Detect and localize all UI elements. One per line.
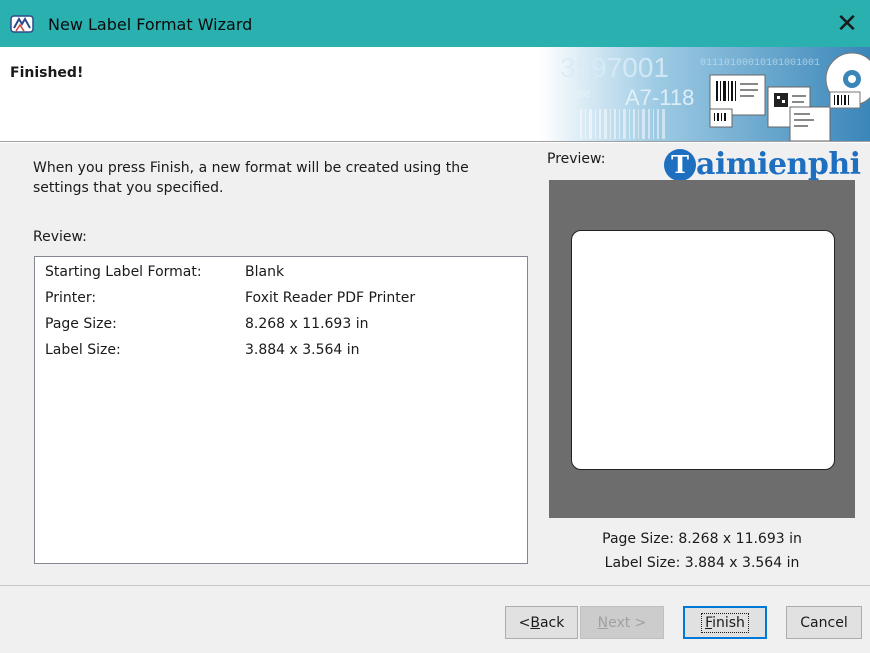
cancel-button[interactable]: Cancel	[786, 606, 862, 639]
wizard-content: When you press Finish, a new format will…	[0, 143, 870, 585]
page-heading: Finished!	[10, 65, 84, 81]
back-prefix: <	[518, 614, 531, 631]
preview-label-size-value: 3.884 x 3.564 in	[684, 555, 800, 571]
wizard-header: Finished! 3597001 A7-118 31008 011101000…	[0, 47, 870, 142]
next-mnemonic: N	[597, 614, 609, 631]
back-button[interactable]: < Back	[505, 606, 578, 639]
preview-page-size-label: Page Size:	[602, 531, 674, 547]
review-key: Starting Label Format:	[45, 264, 202, 280]
banner-binary: 01110100010101001001	[700, 58, 820, 69]
preview-label-shape	[571, 230, 835, 470]
preview-label-size: Label Size: 3.884 x 3.564 in	[549, 555, 855, 571]
title-bar: New Label Format Wizard ✕	[0, 0, 870, 47]
intro-text: When you press Finish, a new format will…	[33, 160, 469, 196]
bartender-icon	[10, 15, 34, 33]
preview-page-size: Page Size: 8.268 x 11.693 in	[549, 531, 855, 547]
back-mnemonic: B	[530, 614, 540, 631]
review-key: Label Size:	[45, 342, 121, 358]
banner-code: A7-118	[625, 85, 694, 110]
review-value: Foxit Reader PDF Printer	[245, 290, 416, 306]
finish-button[interactable]: Finish	[683, 606, 767, 639]
window-title: New Label Format Wizard	[48, 15, 253, 34]
barcode-banner-image: 3597001 A7-118 31008 0111010001010100100…	[540, 47, 870, 141]
next-rest: ext >	[608, 614, 647, 631]
next-button[interactable]: Next >	[580, 606, 664, 639]
preview-label: Preview:	[547, 151, 606, 167]
finish-focus-ring: Finish	[701, 612, 749, 633]
review-label: Review:	[33, 229, 87, 245]
review-value: 8.268 x 11.693 in	[245, 316, 369, 332]
preview-page-size-value: 8.268 x 11.693 in	[678, 531, 802, 547]
banner-number: 3597001	[560, 52, 669, 83]
review-list: Starting Label Format: Blank Printer: Fo…	[34, 256, 528, 564]
review-value: Blank	[245, 264, 285, 280]
watermark-logo: T aimienphi vn	[662, 145, 870, 191]
watermark-text: aimienphi	[696, 147, 861, 182]
banner-small: 31008	[565, 89, 590, 99]
close-button[interactable]: ✕	[824, 0, 870, 47]
preview-label-size-label: Label Size:	[604, 555, 681, 571]
review-key: Printer:	[45, 290, 97, 306]
wizard-footer: < Back Next > Finish Cancel	[0, 585, 870, 653]
review-key: Page Size:	[45, 316, 117, 332]
close-icon: ✕	[836, 8, 858, 39]
preview-canvas	[549, 180, 855, 518]
finish-rest: inish	[712, 614, 745, 631]
watermark-badge: T	[664, 149, 696, 181]
review-value: 3.884 x 3.564 in	[245, 342, 360, 358]
back-rest: ack	[539, 614, 565, 631]
